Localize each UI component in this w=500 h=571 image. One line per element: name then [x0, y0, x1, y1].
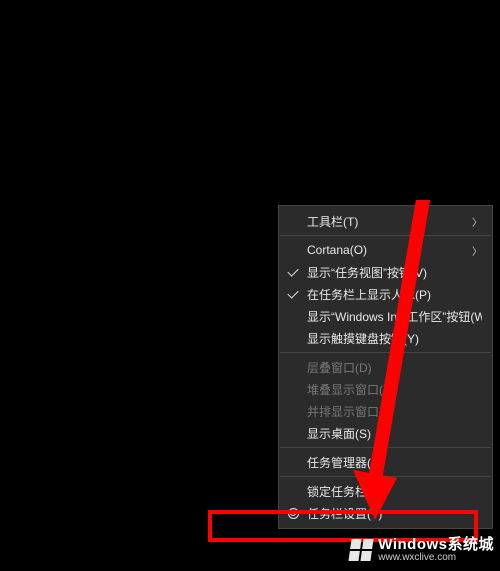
menu-separator: [280, 447, 491, 448]
menu-item-cascade: 层叠窗口(D): [279, 356, 492, 378]
menu-label: 堆叠显示窗口(E): [307, 381, 482, 398]
menu-separator: [280, 352, 491, 353]
menu-item-taskview[interactable]: 显示“任务视图”按钮(V): [279, 261, 492, 283]
menu-separator: [280, 476, 491, 477]
menu-item-sidebyside: 并排显示窗口(I): [279, 400, 492, 422]
check-icon: [279, 270, 307, 274]
menu-label: 在任务栏上显示人脉(P): [307, 286, 482, 303]
menu-label: 并排显示窗口(I): [307, 403, 482, 420]
menu-item-people[interactable]: 在任务栏上显示人脉(P): [279, 283, 492, 305]
menu-item-toolbars[interactable]: 工具栏(T) 〉: [279, 210, 492, 232]
menu-item-touch-keyboard[interactable]: 显示触摸键盘按钮(Y): [279, 327, 492, 349]
menu-label: 锁定任务栏(L): [307, 483, 482, 500]
submenu-arrow-icon: 〉: [472, 243, 482, 258]
menu-label: Cortana(O): [307, 243, 468, 257]
watermark-url: www.wxclive.com: [378, 553, 494, 564]
menu-label: 工具栏(T): [307, 213, 468, 230]
windows-logo-icon: [349, 539, 374, 561]
check-icon: [279, 292, 307, 296]
menu-label: 任务栏设置(T): [307, 505, 482, 522]
watermark: Windows系统城 www.wxclive.com: [350, 537, 494, 563]
menu-item-show-desktop[interactable]: 显示桌面(S): [279, 422, 492, 444]
gear-icon: [279, 508, 307, 519]
menu-label: 显示触摸键盘按钮(Y): [307, 330, 482, 347]
menu-item-lock-taskbar[interactable]: 锁定任务栏(L): [279, 480, 492, 502]
menu-item-taskbar-settings[interactable]: 任务栏设置(T): [279, 502, 492, 524]
menu-item-task-manager[interactable]: 任务管理器(K): [279, 451, 492, 473]
submenu-arrow-icon: 〉: [472, 214, 482, 229]
menu-label: 显示“Windows Ink 工作区”按钮(W): [307, 308, 482, 325]
watermark-title: Windows系统城: [378, 537, 494, 553]
menu-item-ink[interactable]: 显示“Windows Ink 工作区”按钮(W): [279, 305, 492, 327]
menu-label: 显示桌面(S): [307, 425, 482, 442]
menu-label: 任务管理器(K): [307, 454, 482, 471]
menu-item-stack: 堆叠显示窗口(E): [279, 378, 492, 400]
watermark-text: Windows系统城 www.wxclive.com: [378, 537, 494, 563]
menu-separator: [280, 235, 491, 236]
menu-item-cortana[interactable]: Cortana(O) 〉: [279, 239, 492, 261]
menu-label: 层叠窗口(D): [307, 359, 482, 376]
taskbar-context-menu: 工具栏(T) 〉 Cortana(O) 〉 显示“任务视图”按钮(V) 在任务栏…: [278, 205, 493, 529]
menu-label: 显示“任务视图”按钮(V): [307, 264, 482, 281]
